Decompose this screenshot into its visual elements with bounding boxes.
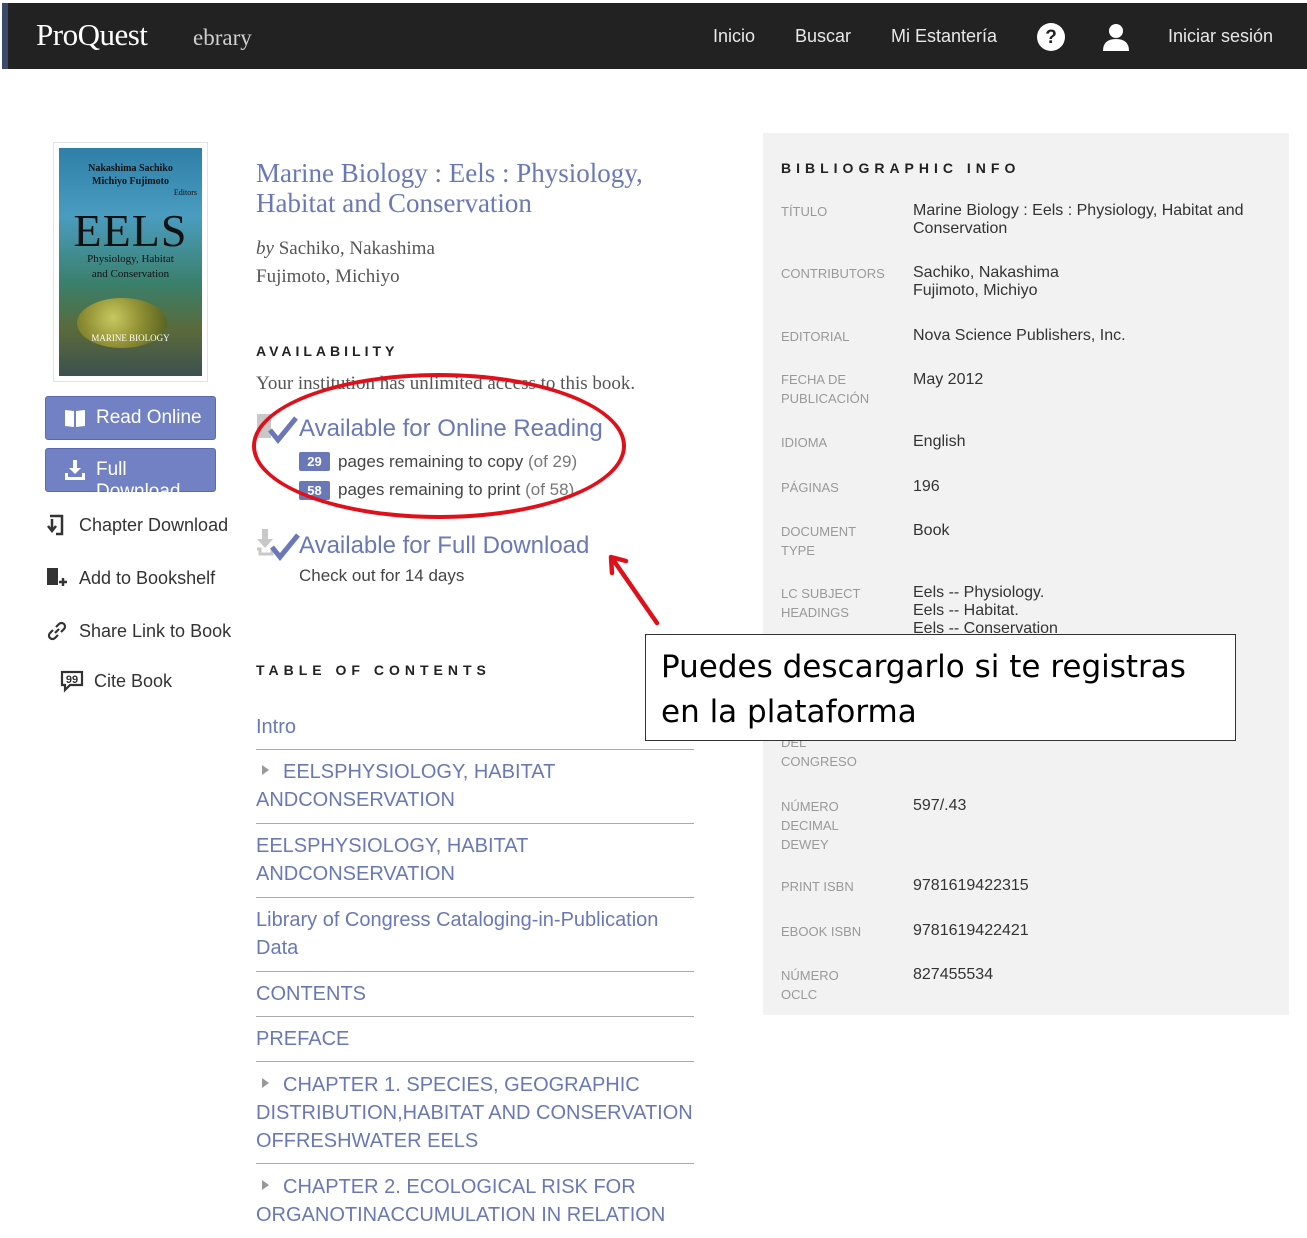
add-to-bookshelf-label: Add to Bookshelf <box>79 568 216 588</box>
expand-caret-icon[interactable] <box>262 765 269 775</box>
top-nav-bar: ProQuest ebrary Inicio Buscar Mi Estante… <box>2 3 1307 69</box>
biblio-label: Número decimal Dewey <box>781 799 839 852</box>
checkout-period: Check out for 14 days <box>299 566 465 585</box>
toc-divider <box>256 1061 694 1062</box>
toc-item-label: EELSPHYSIOLOGY, HABITAT ANDCONSERVATION <box>256 761 555 811</box>
biblio-label: Editorial <box>781 329 850 344</box>
bookshelf-add-icon <box>47 568 67 586</box>
expand-caret-icon[interactable] <box>262 1180 269 1190</box>
biblio-value: 9781619422421 <box>913 922 1029 939</box>
cover-subtitle-2: and Conservation <box>91 268 170 280</box>
biblio-value: 597/.43 <box>913 797 967 814</box>
book-cover-image[interactable]: Nakashima Sachiko Michiyo Fujimoto Edito… <box>59 148 202 376</box>
nav-search-link[interactable]: Buscar <box>795 26 851 47</box>
cite-book-label: Cite Book <box>94 671 173 691</box>
link-icon <box>47 621 67 641</box>
by-label: by <box>256 238 274 259</box>
nav-login-link[interactable]: Iniciar sesión <box>1168 26 1273 47</box>
svg-text:?: ? <box>1045 27 1057 48</box>
biblio-value[interactable]: Sachiko, Nakashima Fujimoto, Michiyo <box>913 264 1273 300</box>
biblio-label: Número OCLC <box>781 968 839 1002</box>
toc-item-label: CHAPTER 1. SPECIES, GEOGRAPHIC DISTRIBUT… <box>256 1074 693 1152</box>
full-download-button[interactable]: Full Download <box>45 448 216 502</box>
nav-bookshelf-link[interactable]: Mi Estantería <box>891 26 997 47</box>
user-icon[interactable] <box>1101 22 1131 52</box>
author-link-2[interactable]: Fujimoto, Michiyo <box>256 263 435 291</box>
cover-author-1: Nakashima Sachiko <box>88 163 173 174</box>
biblio-label: Título <box>781 204 828 219</box>
biblio-value: Nova Science Publishers, Inc. <box>913 327 1126 344</box>
biblio-value: 9781619422315 <box>913 877 1029 894</box>
toc-item[interactable]: CONTENTS <box>256 980 694 1008</box>
quote-icon: 99 <box>60 670 84 693</box>
download-icon <box>65 460 85 480</box>
full-download-check-icon <box>257 529 300 561</box>
toc-divider <box>256 749 694 750</box>
full-download-status[interactable]: Available for Full Download <box>299 532 589 560</box>
toc-item[interactable]: Intro <box>256 713 694 741</box>
full-download-label: Full Download <box>96 459 181 502</box>
open-book-icon <box>65 410 85 427</box>
biblio-label: eBook ISBN <box>781 924 862 939</box>
toc-item-expandable[interactable]: EELSPHYSIOLOGY, HABITAT ANDCONSERVATION <box>256 758 694 814</box>
svg-text:99: 99 <box>66 674 78 686</box>
biblio-heading: BIBLIOGRAPHIC INFO <box>781 160 1021 176</box>
author-link-1[interactable]: Sachiko, Nakashima <box>279 238 435 259</box>
chapter-download-label: Chapter Download <box>79 515 229 535</box>
share-link-label: Share Link to Book <box>79 621 232 641</box>
read-online-label: Read Online <box>96 407 202 428</box>
cover-title: EELS <box>73 205 188 256</box>
toc-item[interactable]: Library of Congress Cataloging-in-Public… <box>256 906 694 962</box>
nav-home-link[interactable]: Inicio <box>713 26 755 47</box>
annotation-highlight-ellipse <box>252 373 626 519</box>
nav-accent-stripe <box>2 3 8 69</box>
biblio-label: Contributors <box>781 266 885 281</box>
biblio-value: Book <box>913 522 950 539</box>
biblio-label: Document type <box>781 524 856 558</box>
biblio-value: 196 <box>913 478 940 495</box>
read-online-button[interactable]: Read Online <box>45 396 216 440</box>
toc-divider <box>256 1163 694 1164</box>
toc-item-label: CHAPTER 2. ECOLOGICAL RISK FOR ORGANOTIN… <box>256 1176 666 1226</box>
availability-heading: AVAILABILITY <box>256 343 399 359</box>
cover-author-2: Michiyo Fujimoto <box>92 176 169 187</box>
biblio-label: Idioma <box>781 435 828 450</box>
book-byline: by Sachiko, Nakashima Fujimoto, Michiyo <box>256 235 435 291</box>
chapter-download-icon <box>47 514 64 536</box>
biblio-label: Páginas <box>781 480 839 495</box>
toc-divider <box>256 823 694 824</box>
product-name: ebrary <box>193 25 252 50</box>
biblio-value: 827455534 <box>913 966 994 983</box>
cover-series: MARINE BIOLOGY <box>91 333 170 343</box>
cover-subtitle-1: Physiology, Habitat <box>87 253 174 265</box>
cover-authors: Nakashima Sachiko Michiyo Fujimoto <box>59 162 202 188</box>
toc-item[interactable]: PREFACE <box>256 1025 694 1053</box>
biblio-value: Marine Biology : Eels : Physiology, Habi… <box>913 202 1244 237</box>
biblio-label: Fecha de publicación <box>781 372 870 406</box>
toc-item[interactable]: EELSPHYSIOLOGY, HABITAT ANDCONSERVATION <box>256 832 694 888</box>
cover-subtitle: Physiology, Habitat and Conservation <box>59 252 202 282</box>
biblio-label: Print ISBN <box>781 879 854 894</box>
toc-divider <box>256 1016 694 1017</box>
annotation-arrow-icon <box>608 554 660 626</box>
toc-heading: TABLE OF CONTENTS <box>256 662 491 678</box>
help-icon[interactable]: ? <box>1036 22 1066 52</box>
cover-editors: Editors <box>173 188 197 197</box>
expand-caret-icon[interactable] <box>262 1078 269 1088</box>
biblio-value[interactable]: Eels -- Physiology. Eels -- Habitat. Eel… <box>913 584 1273 634</box>
brand-logo[interactable]: ProQuest <box>36 17 148 53</box>
toc-item-expandable[interactable]: CHAPTER 2. ECOLOGICAL RISK FOR ORGANOTIN… <box>256 1173 694 1229</box>
annotation-callout: Puedes descargarlo si te registras en la… <box>645 634 1236 741</box>
toc-divider <box>256 897 694 898</box>
book-title: Marine Biology : Eels : Physiology, Habi… <box>256 158 643 218</box>
biblio-value: English <box>913 433 966 450</box>
toc-item-expandable[interactable]: CHAPTER 1. SPECIES, GEOGRAPHIC DISTRIBUT… <box>256 1071 694 1155</box>
biblio-label: LC subject headings <box>781 586 861 620</box>
toc-divider <box>256 971 694 972</box>
biblio-value: May 2012 <box>913 371 984 388</box>
annotation-text: Puedes descargarlo si te registras en la… <box>661 649 1186 730</box>
